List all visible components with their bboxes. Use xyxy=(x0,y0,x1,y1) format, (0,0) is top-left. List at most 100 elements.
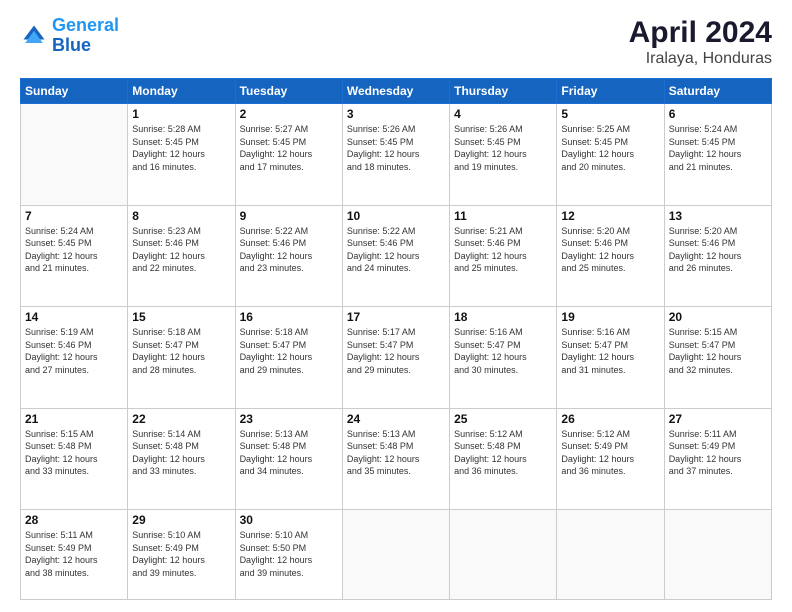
day-info: Sunrise: 5:13 AM Sunset: 5:48 PM Dayligh… xyxy=(347,428,445,478)
header: General Blue April 2024 Iralaya, Hondura… xyxy=(20,16,772,68)
day-info: Sunrise: 5:13 AM Sunset: 5:48 PM Dayligh… xyxy=(240,428,338,478)
day-info: Sunrise: 5:16 AM Sunset: 5:47 PM Dayligh… xyxy=(561,326,659,376)
calendar-cell: 27 Sunrise: 5:11 AM Sunset: 5:49 PM Dayli… xyxy=(664,408,771,510)
col-tuesday: Tuesday xyxy=(235,79,342,104)
calendar-cell: 18 Sunrise: 5:16 AM Sunset: 5:47 PM Dayli… xyxy=(450,307,557,409)
day-info: Sunrise: 5:27 AM Sunset: 5:45 PM Dayligh… xyxy=(240,123,338,173)
day-number: 7 xyxy=(25,209,123,223)
day-info: Sunrise: 5:10 AM Sunset: 5:50 PM Dayligh… xyxy=(240,529,338,579)
calendar-cell: 29 Sunrise: 5:10 AM Sunset: 5:49 PM Dayli… xyxy=(128,510,235,600)
day-number: 8 xyxy=(132,209,230,223)
calendar-row-2: 7 Sunrise: 5:24 AM Sunset: 5:45 PM Daylig… xyxy=(21,205,772,307)
logo-blue: Blue xyxy=(52,35,91,55)
day-number: 24 xyxy=(347,412,445,426)
logo-general: General xyxy=(52,15,119,35)
calendar-cell: 7 Sunrise: 5:24 AM Sunset: 5:45 PM Daylig… xyxy=(21,205,128,307)
weekday-header-row: Sunday Monday Tuesday Wednesday Thursday… xyxy=(21,79,772,104)
calendar-cell: 30 Sunrise: 5:10 AM Sunset: 5:50 PM Dayli… xyxy=(235,510,342,600)
calendar-cell: 17 Sunrise: 5:17 AM Sunset: 5:47 PM Dayli… xyxy=(342,307,449,409)
day-number: 4 xyxy=(454,107,552,121)
logo-icon xyxy=(20,22,48,50)
calendar-cell: 12Sunrise: 5:20 AM Sunset: 5:46 PM Dayli… xyxy=(557,205,664,307)
day-info: Sunrise: 5:16 AM Sunset: 5:47 PM Dayligh… xyxy=(454,326,552,376)
day-number: 14 xyxy=(25,310,123,324)
day-info: Sunrise: 5:12 AM Sunset: 5:48 PM Dayligh… xyxy=(454,428,552,478)
col-monday: Monday xyxy=(128,79,235,104)
logo-text: General Blue xyxy=(52,16,119,56)
calendar-cell: 3 Sunrise: 5:26 AM Sunset: 5:45 PM Daylig… xyxy=(342,104,449,206)
day-info: Sunrise: 5:18 AM Sunset: 5:47 PM Dayligh… xyxy=(240,326,338,376)
col-saturday: Saturday xyxy=(664,79,771,104)
day-number: 20 xyxy=(669,310,767,324)
calendar-cell: 15 Sunrise: 5:18 AM Sunset: 5:47 PM Dayli… xyxy=(128,307,235,409)
day-number: 29 xyxy=(132,513,230,527)
calendar-cell xyxy=(557,510,664,600)
day-number: 18 xyxy=(454,310,552,324)
day-info: Sunrise: 5:26 AM Sunset: 5:45 PM Dayligh… xyxy=(454,123,552,173)
day-info: Sunrise: 5:25 AM Sunset: 5:45 PM Dayligh… xyxy=(561,123,659,173)
title-block: April 2024 Iralaya, Honduras xyxy=(629,16,772,68)
calendar-row-4: 21 Sunrise: 5:15 AM Sunset: 5:48 PM Dayli… xyxy=(21,408,772,510)
day-info: Sunrise: 5:17 AM Sunset: 5:47 PM Dayligh… xyxy=(347,326,445,376)
day-number: 10 xyxy=(347,209,445,223)
day-info: Sunrise: 5:28 AM Sunset: 5:45 PM Dayligh… xyxy=(132,123,230,173)
calendar-cell xyxy=(664,510,771,600)
calendar-cell: 28 Sunrise: 5:11 AM Sunset: 5:49 PM Dayli… xyxy=(21,510,128,600)
col-thursday: Thursday xyxy=(450,79,557,104)
calendar-cell: 25 Sunrise: 5:12 AM Sunset: 5:48 PM Dayli… xyxy=(450,408,557,510)
day-number: 13 xyxy=(669,209,767,223)
day-number: 5 xyxy=(561,107,659,121)
day-info: Sunrise: 5:22 AM Sunset: 5:46 PM Dayligh… xyxy=(347,225,445,275)
day-number: 28 xyxy=(25,513,123,527)
col-sunday: Sunday xyxy=(21,79,128,104)
day-info: Sunrise: 5:26 AM Sunset: 5:45 PM Dayligh… xyxy=(347,123,445,173)
calendar-cell: 13 Sunrise: 5:20 AM Sunset: 5:46 PM Dayli… xyxy=(664,205,771,307)
calendar-cell: 21 Sunrise: 5:15 AM Sunset: 5:48 PM Dayli… xyxy=(21,408,128,510)
day-number: 15 xyxy=(132,310,230,324)
day-info: Sunrise: 5:18 AM Sunset: 5:47 PM Dayligh… xyxy=(132,326,230,376)
day-info: Sunrise: 5:20 AM Sunset: 5:46 PM Dayligh… xyxy=(669,225,767,275)
logo: General Blue xyxy=(20,16,119,56)
day-number: 27 xyxy=(669,412,767,426)
calendar-cell: 16 Sunrise: 5:18 AM Sunset: 5:47 PM Dayli… xyxy=(235,307,342,409)
day-number: 21 xyxy=(25,412,123,426)
page: General Blue April 2024 Iralaya, Hondura… xyxy=(0,0,792,612)
day-number: 2 xyxy=(240,107,338,121)
day-info: Sunrise: 5:19 AM Sunset: 5:46 PM Dayligh… xyxy=(25,326,123,376)
day-number: 6 xyxy=(669,107,767,121)
calendar-cell: 2 Sunrise: 5:27 AM Sunset: 5:45 PM Daylig… xyxy=(235,104,342,206)
day-info: Sunrise: 5:11 AM Sunset: 5:49 PM Dayligh… xyxy=(669,428,767,478)
day-number: 11 xyxy=(454,209,552,223)
day-info: Sunrise: 5:11 AM Sunset: 5:49 PM Dayligh… xyxy=(25,529,123,579)
day-info: Sunrise: 5:12 AM Sunset: 5:49 PM Dayligh… xyxy=(561,428,659,478)
calendar-cell: 10 Sunrise: 5:22 AM Sunset: 5:46 PM Dayli… xyxy=(342,205,449,307)
day-number: 16 xyxy=(240,310,338,324)
calendar-cell: 5 Sunrise: 5:25 AM Sunset: 5:45 PM Daylig… xyxy=(557,104,664,206)
day-info: Sunrise: 5:24 AM Sunset: 5:45 PM Dayligh… xyxy=(25,225,123,275)
day-number: 23 xyxy=(240,412,338,426)
day-number: 26 xyxy=(561,412,659,426)
day-number: 30 xyxy=(240,513,338,527)
day-info: Sunrise: 5:10 AM Sunset: 5:49 PM Dayligh… xyxy=(132,529,230,579)
calendar-title: April 2024 xyxy=(629,16,772,50)
calendar-subtitle: Iralaya, Honduras xyxy=(629,50,772,68)
day-info: Sunrise: 5:15 AM Sunset: 5:47 PM Dayligh… xyxy=(669,326,767,376)
day-info: Sunrise: 5:24 AM Sunset: 5:45 PM Dayligh… xyxy=(669,123,767,173)
day-number: 12 xyxy=(561,209,659,223)
calendar-cell xyxy=(450,510,557,600)
calendar-row-1: 1Sunrise: 5:28 AM Sunset: 5:45 PM Daylig… xyxy=(21,104,772,206)
day-number: 3 xyxy=(347,107,445,121)
day-info: Sunrise: 5:14 AM Sunset: 5:48 PM Dayligh… xyxy=(132,428,230,478)
calendar-cell: 22Sunrise: 5:14 AM Sunset: 5:48 PM Dayli… xyxy=(128,408,235,510)
day-number: 19 xyxy=(561,310,659,324)
calendar-cell: 4 Sunrise: 5:26 AM Sunset: 5:45 PM Daylig… xyxy=(450,104,557,206)
day-number: 17 xyxy=(347,310,445,324)
calendar-cell: 24 Sunrise: 5:13 AM Sunset: 5:48 PM Dayli… xyxy=(342,408,449,510)
day-info: Sunrise: 5:15 AM Sunset: 5:48 PM Dayligh… xyxy=(25,428,123,478)
calendar-cell: 1Sunrise: 5:28 AM Sunset: 5:45 PM Daylig… xyxy=(128,104,235,206)
calendar-cell: 14 Sunrise: 5:19 AM Sunset: 5:46 PM Dayli… xyxy=(21,307,128,409)
calendar-table: Sunday Monday Tuesday Wednesday Thursday… xyxy=(20,78,772,600)
day-number: 9 xyxy=(240,209,338,223)
day-number: 25 xyxy=(454,412,552,426)
calendar-cell: 19 Sunrise: 5:16 AM Sunset: 5:47 PM Dayli… xyxy=(557,307,664,409)
